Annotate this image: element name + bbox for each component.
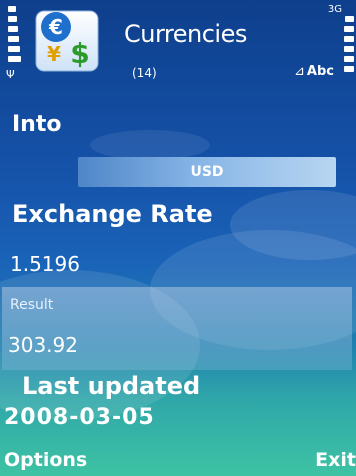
svg-text:€: €: [48, 15, 63, 39]
background-shape: [90, 130, 210, 160]
last-updated-value: 2008-03-05: [4, 405, 155, 430]
input-mode-indicator: ⊿ Abc: [294, 64, 334, 79]
last-updated-label: Last updated: [22, 372, 201, 400]
exchange-rate-field[interactable]: 1.5196: [10, 252, 80, 276]
into-label: Into: [12, 112, 62, 137]
svg-text:¥: ¥: [47, 42, 61, 66]
target-currency-select[interactable]: USD: [78, 157, 336, 187]
exchange-rate-label: Exchange Rate: [12, 200, 213, 228]
result-value: 303.92: [8, 333, 78, 357]
svg-text:$: $: [70, 37, 89, 70]
result-field[interactable]: Result 303.92: [2, 287, 352, 370]
antenna-icon: Ψ: [6, 68, 15, 81]
currency-exchange-icon: € ¥ $: [34, 9, 102, 73]
exit-softkey[interactable]: Exit: [315, 449, 356, 471]
app-title: Currencies: [124, 20, 247, 48]
input-mode-label: Abc: [306, 64, 334, 79]
signal-strength-icon: [8, 6, 26, 72]
phone-screen: Ψ 3G € ¥ $ Currencies (14) ⊿ Abc Into US…: [0, 0, 356, 476]
pencil-arrow-icon: ⊿: [294, 64, 305, 79]
result-label: Result: [10, 297, 54, 313]
options-softkey[interactable]: Options: [4, 449, 87, 471]
item-count: (14): [132, 66, 157, 80]
network-type-label: 3G: [327, 4, 342, 15]
battery-level-icon: [344, 6, 354, 72]
